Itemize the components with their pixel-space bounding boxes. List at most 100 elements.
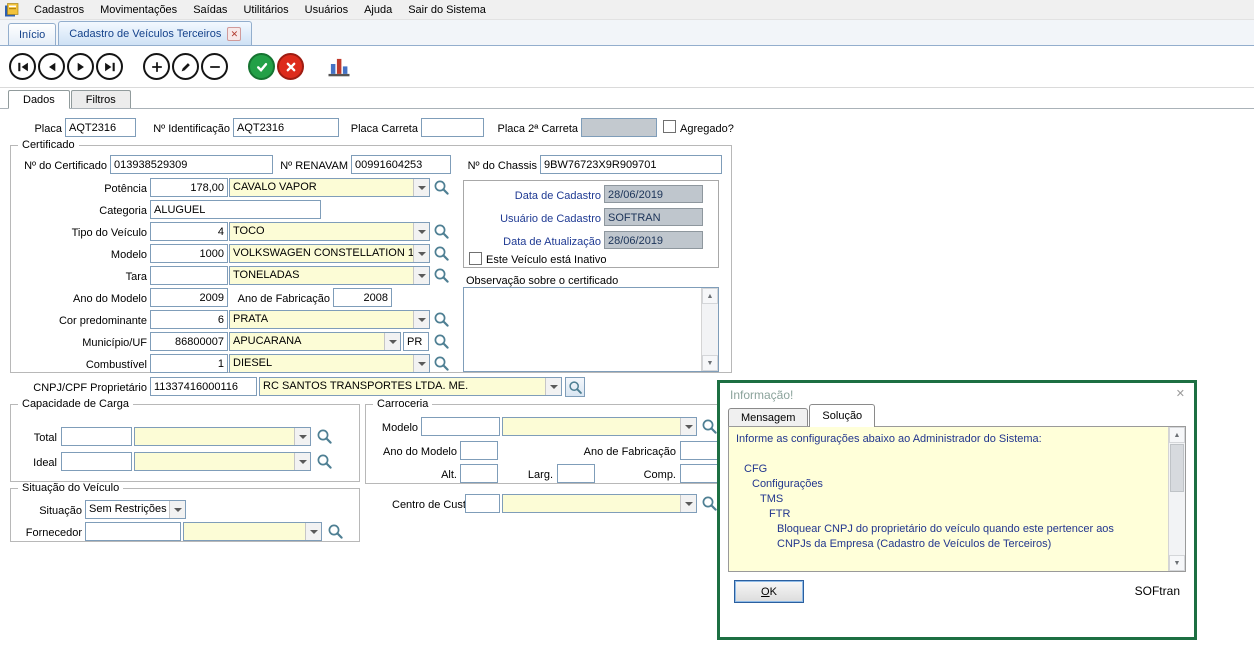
edit-button[interactable] xyxy=(172,53,199,80)
total-input[interactable] xyxy=(61,427,132,446)
tipo-veiculo-combo[interactable]: TOCO xyxy=(229,222,430,241)
search-icon[interactable] xyxy=(433,179,450,196)
municipio-code-input[interactable] xyxy=(150,332,228,351)
inativo-checkbox[interactable] xyxy=(469,252,482,265)
tara-input[interactable] xyxy=(150,266,228,285)
placa-carreta-input[interactable] xyxy=(421,118,484,137)
placa-input[interactable] xyxy=(65,118,136,137)
cancel-button[interactable] xyxy=(277,53,304,80)
uf-input[interactable] xyxy=(403,332,429,351)
fornecedor-input[interactable] xyxy=(85,522,181,541)
chevron-down-icon[interactable] xyxy=(305,523,321,540)
confirm-button[interactable] xyxy=(248,53,275,80)
centro-custo-combo[interactable] xyxy=(502,494,697,513)
fornecedor-combo[interactable] xyxy=(183,522,322,541)
chevron-down-icon[interactable] xyxy=(413,179,429,196)
nav-prev-button[interactable] xyxy=(38,53,65,80)
tab-filtros[interactable]: Filtros xyxy=(71,90,131,108)
chevron-down-icon[interactable] xyxy=(294,428,310,445)
modelo-code-input[interactable] xyxy=(150,244,228,263)
chevron-down-icon[interactable] xyxy=(413,267,429,284)
search-icon[interactable] xyxy=(433,355,450,372)
potencia-unit-combo[interactable]: CAVALO VAPOR xyxy=(229,178,430,197)
scroll-up-icon[interactable]: ▲ xyxy=(1169,427,1185,443)
search-icon[interactable] xyxy=(433,245,450,262)
search-icon[interactable] xyxy=(701,418,718,435)
carroceria-modelo-combo[interactable] xyxy=(502,417,697,436)
scrollbar-thumb[interactable] xyxy=(1170,444,1184,492)
tara-combo[interactable]: TONELADAS xyxy=(229,266,430,285)
chevron-down-icon[interactable] xyxy=(169,501,185,518)
identificacao-input[interactable] xyxy=(233,118,339,137)
search-icon[interactable] xyxy=(433,267,450,284)
combustivel-code-input[interactable] xyxy=(150,354,228,373)
nav-last-button[interactable] xyxy=(96,53,123,80)
menu-movimentacoes[interactable]: Movimentações xyxy=(92,0,185,20)
search-icon[interactable] xyxy=(316,453,333,470)
menu-saidas[interactable]: Saídas xyxy=(185,0,235,20)
chevron-down-icon[interactable] xyxy=(545,378,561,395)
tipo-veiculo-code-input[interactable] xyxy=(150,222,228,241)
menu-ajuda[interactable]: Ajuda xyxy=(356,0,400,20)
ano-modelo-input[interactable] xyxy=(150,288,228,307)
renavam-input[interactable] xyxy=(351,155,451,174)
carroceria-modelo-code-input[interactable] xyxy=(421,417,500,436)
chevron-down-icon[interactable] xyxy=(413,223,429,240)
cor-code-input[interactable] xyxy=(150,310,228,329)
centro-custo-code-input[interactable] xyxy=(465,494,500,513)
chevron-down-icon[interactable] xyxy=(294,453,310,470)
chevron-down-icon[interactable] xyxy=(680,495,696,512)
ano-fabricacao-input[interactable] xyxy=(333,288,392,307)
categoria-input[interactable] xyxy=(150,200,321,219)
search-icon[interactable] xyxy=(433,311,450,328)
tab-cadastro-veiculos-terceiros[interactable]: Cadastro de Veículos Terceiros ✕ xyxy=(58,21,252,45)
chevron-down-icon[interactable] xyxy=(413,355,429,372)
proprietario-combo[interactable]: RC SANTOS TRANSPORTES LTDA. ME. xyxy=(259,377,562,396)
menu-usuarios[interactable]: Usuários xyxy=(297,0,356,20)
total-unit-combo[interactable] xyxy=(134,427,311,446)
search-icon[interactable] xyxy=(433,333,450,350)
proprietario-search-button[interactable] xyxy=(565,377,585,397)
chassis-input[interactable] xyxy=(540,155,722,174)
search-icon[interactable] xyxy=(701,495,718,512)
municipio-combo[interactable]: APUCARANA xyxy=(229,332,401,351)
scrollbar[interactable]: ▲ ▼ xyxy=(701,288,718,371)
combustivel-combo[interactable]: DIESEL xyxy=(229,354,430,373)
situacao-combo[interactable]: Sem Restrições xyxy=(85,500,186,519)
tab-dados[interactable]: Dados xyxy=(8,90,70,109)
menu-utilitarios[interactable]: Utilitários xyxy=(235,0,296,20)
search-icon[interactable] xyxy=(316,428,333,445)
menu-sair-do-sistema[interactable]: Sair do Sistema xyxy=(400,0,494,20)
tab-solucao[interactable]: Solução xyxy=(809,404,875,427)
ideal-input[interactable] xyxy=(61,452,132,471)
scroll-down-icon[interactable]: ▼ xyxy=(702,355,718,371)
scroll-down-icon[interactable]: ▼ xyxy=(1169,555,1185,571)
carroceria-ano-modelo-input[interactable] xyxy=(460,441,498,460)
ok-button[interactable]: OK xyxy=(734,580,804,603)
observacao-textarea[interactable]: ▲ ▼ xyxy=(463,287,719,372)
num-certificado-input[interactable] xyxy=(110,155,273,174)
scroll-up-icon[interactable]: ▲ xyxy=(702,288,718,304)
agregado-checkbox[interactable] xyxy=(663,120,676,133)
nav-next-button[interactable] xyxy=(67,53,94,80)
menu-cadastros[interactable]: Cadastros xyxy=(26,0,92,20)
larg-input[interactable] xyxy=(557,464,595,483)
cor-combo[interactable]: PRATA xyxy=(229,310,430,329)
tab-mensagem[interactable]: Mensagem xyxy=(728,408,808,427)
chevron-down-icon[interactable] xyxy=(413,245,429,262)
modelo-combo[interactable]: VOLKSWAGEN CONSTELLATION 13.180 xyxy=(229,244,430,263)
scrollbar[interactable]: ▲ ▼ xyxy=(1168,427,1185,571)
chevron-down-icon[interactable] xyxy=(413,311,429,328)
chart-button[interactable] xyxy=(324,53,354,81)
tab-close-icon[interactable]: ✕ xyxy=(227,27,241,41)
add-button[interactable] xyxy=(143,53,170,80)
comp-input[interactable] xyxy=(680,464,718,483)
ideal-unit-combo[interactable] xyxy=(134,452,311,471)
nav-first-button[interactable] xyxy=(9,53,36,80)
delete-button[interactable] xyxy=(201,53,228,80)
search-icon[interactable] xyxy=(433,223,450,240)
carroceria-ano-fabricacao-input[interactable] xyxy=(680,441,718,460)
chevron-down-icon[interactable] xyxy=(384,333,400,350)
tab-inicio[interactable]: Início xyxy=(8,23,56,45)
chevron-down-icon[interactable] xyxy=(680,418,696,435)
